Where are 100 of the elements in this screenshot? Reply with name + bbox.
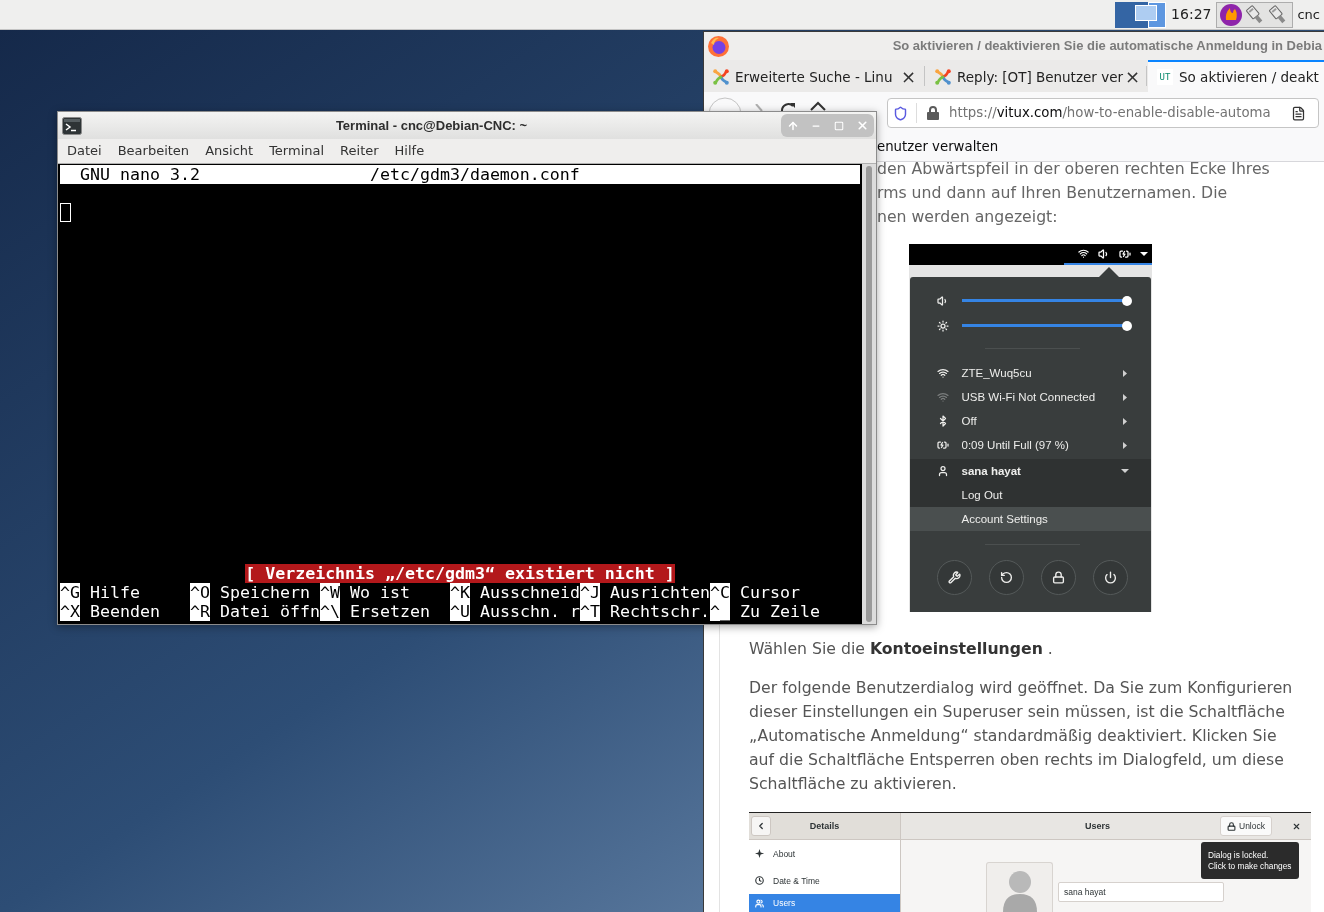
maximize-icon [834,120,845,131]
menu-item[interactable]: Reiter [332,139,387,163]
sun-icon [936,319,949,332]
address-text: https://vitux.com/how-to-enable-disable-automa [949,104,1271,123]
shortcut-key: ^U [450,602,470,621]
shield-icon[interactable] [893,105,908,121]
address-bar[interactable]: https://vitux.com/how-to-enable-disable-automa [887,98,1319,128]
sidebar-item: Date & Time [749,867,900,894]
menu-item-label: 0:09 Until Full (97 %) [961,438,1069,453]
shortcut-label: Wo ist [350,583,410,602]
shortcut-key: ^K [450,583,470,602]
workspace-pager[interactable] [1115,1,1167,28]
unlock-button[interactable]: Unlock [1220,816,1272,836]
scrollbar-thumb[interactable] [866,166,872,622]
pinwheel-icon [713,69,729,85]
menu-item-label: ZTE_Wuq5cu [961,366,1032,381]
sidebar-item: Users [749,894,900,912]
padlock-icon[interactable] [927,106,939,120]
file-name: /etc/gdm3/daemon.conf [370,165,580,184]
round-button[interactable] [988,560,1024,595]
round-button[interactable] [1092,560,1128,595]
shortcut-label: Datei öffn [220,602,320,621]
shortcut-key: ^T [580,602,600,621]
tooltip: Dialog is locked. Click to make changes [1201,842,1299,879]
speaker-icon [936,294,949,307]
close-icon [855,119,869,132]
menu-item[interactable]: Datei [59,139,110,163]
submenu-item: Account Settings [909,507,1151,531]
home-icon[interactable] [810,101,826,111]
header-title: Details [808,820,841,833]
wrench-icon [947,571,961,584]
wifi-icon [1077,248,1089,259]
shortcut-label: Rechtschr. [610,602,710,621]
browser-tab[interactable]: Erweiterte Suche - Linu × [704,60,923,92]
article-text: Der folgende Benutzerdialog wird geöffnet. Da Sie zum Konfigurieren dieser Einstellungen ein Superuser sein müssen, ist die Schaltfläche „Automatische Anmeldung“ standardmäßig deaktiviert. Klicken Sie auf die Schaltfläche Entsperren oben rechts im Dialogfeld, um diese Schaltfläche zu aktivieren. [749,677,1294,795]
sidebar-item: About [749,840,900,867]
browser-tab[interactable]: UT So aktivieren / deakt [1148,60,1324,92]
clock: 16:27 [1171,5,1212,24]
header-title: Users [1085,820,1111,833]
window-title: So aktivieren / deaktivieren Sie die automatische Anmeldung in Debia [892,37,1323,56]
back-button[interactable] [751,816,771,836]
caret-right-icon [1122,417,1127,425]
user-name: sana hayat [961,464,1021,479]
menu-item[interactable]: Hilfe [386,139,433,163]
shortcut-label: Hilfe [90,583,140,602]
avatar-silhouette-icon [1002,870,1037,912]
power-icon [1103,571,1117,584]
menu-item[interactable]: Ansicht [197,139,262,163]
shortcut-label: Ausschn. r [480,602,580,621]
shortcut-key: ^O [190,583,210,602]
close-button[interactable]: × [1123,68,1143,86]
shortcut-key: ^_ [710,602,730,621]
name-field: sana hayat [1058,882,1224,902]
close-button[interactable]: × [898,68,918,86]
shortcut-key: ^J [580,583,600,602]
clock-icon [755,876,764,885]
terminal-icon [62,116,82,135]
bookmark-item[interactable]: enutzer verwalten [877,137,999,157]
reload-icon[interactable] [780,102,796,111]
tab-label: So aktivieren / deakt [1179,67,1319,87]
lock-icon [1227,821,1236,831]
pinwheel-icon [935,69,951,85]
tab-label: Erweiterte Suche - Linu [735,67,893,87]
submenu-item: Log Out [960,488,1004,503]
caret-right-icon [1122,441,1127,449]
scrollbar[interactable] [862,164,876,624]
caret-right-icon [1122,393,1127,401]
text-cursor [60,203,71,222]
article-text: Wählen Sie die Kontoeinstellungen . [749,638,1054,660]
shortcut-label: Zu Zeile [740,602,820,621]
round-button[interactable] [936,560,972,595]
shortcut-label: Ersetzen [350,602,430,621]
shortcut-label: Cursor [740,583,800,602]
shortcut-key: ^R [190,602,210,621]
round-button[interactable] [1040,560,1076,595]
flame-badge-icon[interactable] [1220,3,1243,26]
shortcut-label: Beenden [90,602,160,621]
user-name: cnc [1297,5,1320,24]
menu-item[interactable]: Terminal [261,139,333,163]
shortcut-key: ^C [710,583,730,602]
sparkle-icon [755,849,764,858]
window-title: Terminal - cnc@Debian-CNC: ~ [334,116,529,135]
site-favicon: UT [1157,69,1173,85]
shortcut-key: ^\ [320,602,340,621]
tab-label: Reply: [OT] Benutzer ver [957,67,1123,87]
menu-item[interactable]: Bearbeiten [109,139,198,163]
shortcut-key: ^W [320,583,340,602]
flame-globe-icon [708,35,729,57]
battery-charging-icon [1118,247,1131,260]
close-icon [1292,821,1301,831]
shortcut-key: ^G [60,583,80,602]
reader-view-icon[interactable] [1291,105,1306,121]
chevron-left-icon [756,821,766,831]
people-icon [755,898,764,908]
menu-item-label: Off [961,414,977,429]
rotate-arrow-icon [999,571,1013,584]
browser-tab[interactable]: Reply: [OT] Benutzer ver× [926,60,1145,92]
lock-icon [1051,571,1065,584]
person-icon [936,465,949,477]
up-arrow-icon [786,119,799,132]
